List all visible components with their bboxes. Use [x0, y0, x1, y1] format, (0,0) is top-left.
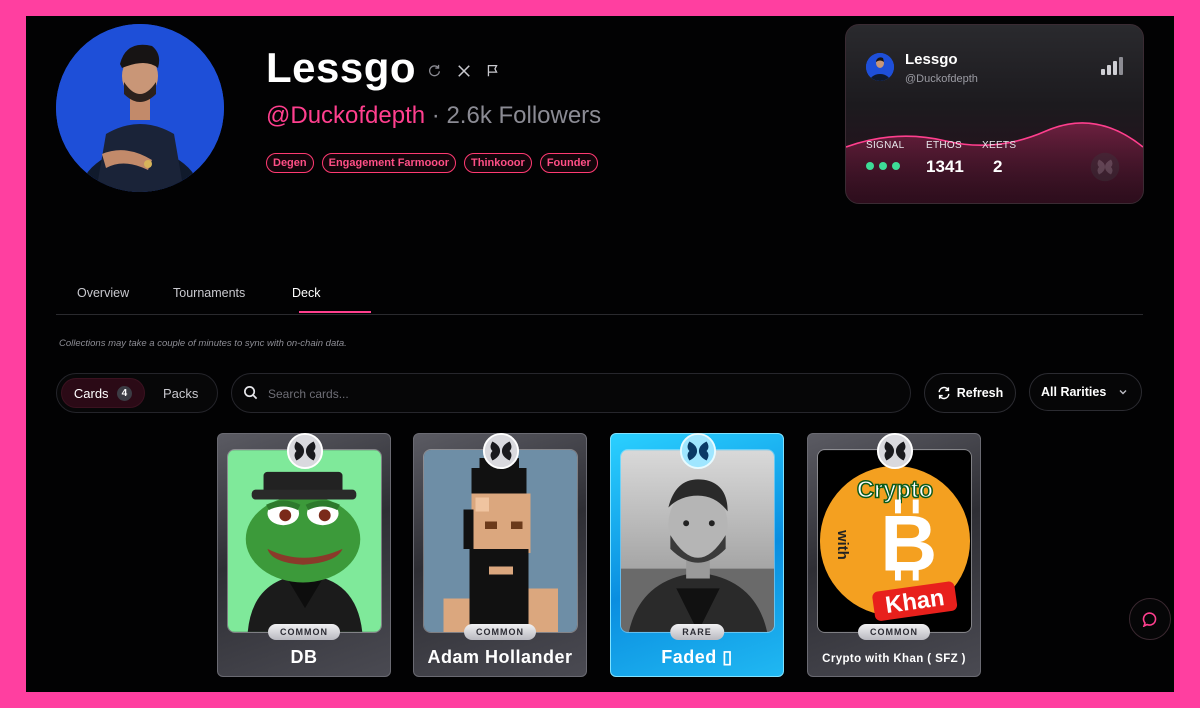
- card-art-bitcoin: Crypto with B Khan: [817, 449, 972, 633]
- tab-overview[interactable]: Overview: [77, 286, 129, 300]
- stats-avatar: [866, 53, 894, 81]
- followers-count: 2.6k Followers: [446, 102, 602, 129]
- card-art-portrait: [620, 449, 775, 633]
- refresh-label: Refresh: [956, 386, 1004, 400]
- rarity-selected: All Rarities: [1041, 385, 1107, 399]
- rarity-select[interactable]: All Rarities: [1029, 373, 1142, 411]
- xeets-stat: XEETS 2: [982, 140, 1016, 177]
- sync-notice: Collections may take a couple of minutes…: [59, 338, 347, 349]
- flag-icon[interactable]: [484, 62, 501, 79]
- signal-stat: SIGNAL: [866, 140, 904, 170]
- card-name: Crypto with Khan ( SFZ ): [822, 653, 966, 665]
- rarity-badge: COMMON: [464, 624, 536, 640]
- refresh-icon[interactable]: [426, 62, 443, 79]
- card-brand-logo-icon: [876, 432, 914, 470]
- tag-thinkooor: Thinkooor: [464, 153, 532, 173]
- handle-row: @Duckofdepth · 2.6k Followers: [266, 102, 601, 130]
- chat-button[interactable]: [1129, 598, 1171, 640]
- stats-name: Lessgo: [905, 51, 958, 68]
- card-name: Faded ▯: [661, 647, 733, 667]
- xeets-label: XEETS: [982, 140, 1017, 151]
- search-input[interactable]: [266, 383, 870, 405]
- xeets-value: 2: [993, 157, 1003, 176]
- profile-name: Lessgo: [266, 44, 417, 91]
- tag-degen: Degen: [266, 153, 314, 173]
- profile-avatar: [56, 24, 224, 192]
- active-tab-indicator: [299, 311, 371, 313]
- refresh-icon: [938, 386, 950, 400]
- card-search: [231, 373, 911, 413]
- packs-toggle-button[interactable]: Packs: [163, 386, 198, 401]
- stats-card: Lessgo @Duckofdepth SIGNAL ETHOS 1341 XE…: [845, 24, 1144, 204]
- chevron-down-icon: [1119, 390, 1127, 395]
- tag-engagement-farmooor: Engagement Farmooor: [321, 153, 457, 173]
- card-art-pixel-punk: [423, 449, 578, 633]
- signal-dots: [866, 162, 904, 170]
- tag-founder: Founder: [539, 153, 598, 173]
- card-faded[interactable]: RARE Faded ▯: [610, 432, 784, 677]
- card-adam-hollander[interactable]: COMMON Adam Hollander: [413, 432, 587, 677]
- profile-actions: [426, 62, 501, 79]
- tab-deck[interactable]: Deck: [292, 286, 320, 300]
- ethos-value: 1341: [926, 157, 964, 176]
- ethos-label: ETHOS: [926, 140, 962, 151]
- card-brand-logo-icon: [679, 432, 717, 470]
- stats-handle: @Duckofdepth: [905, 73, 978, 85]
- rarity-badge: COMMON: [858, 624, 930, 640]
- profile-handle[interactable]: @Duckofdepth: [266, 102, 425, 129]
- card-brand-logo-icon: [286, 432, 324, 470]
- ethos-stat: ETHOS 1341: [926, 140, 964, 177]
- card-db[interactable]: COMMON DB: [217, 432, 391, 677]
- followers-separator: ·: [425, 102, 447, 129]
- brand-logo-icon: [1090, 152, 1120, 182]
- signal-bars-icon: [1101, 57, 1123, 75]
- profile-tags: Degen Engagement Farmooor Thinkooor Foun…: [266, 153, 598, 173]
- cards-packs-toggle: Cards 4 Packs: [56, 373, 218, 413]
- card-art-text-with: with: [834, 529, 850, 560]
- card-name: DB: [290, 647, 318, 667]
- app-frame: Lessgo @Duckofdepth · 2.6k Followers Deg…: [26, 16, 1174, 692]
- refresh-button[interactable]: Refresh: [924, 373, 1016, 413]
- card-name: Adam Hollander: [427, 647, 573, 667]
- rarity-badge: COMMON: [268, 624, 340, 640]
- bitcoin-symbol-icon: B: [880, 500, 937, 588]
- cards-count-badge: 4: [116, 385, 133, 401]
- rarity-badge: RARE: [670, 624, 724, 640]
- cards-toggle-button[interactable]: Cards 4: [61, 378, 145, 408]
- cards-toggle-label: Cards: [73, 385, 109, 401]
- profile-tabs: Overview Tournaments Deck: [56, 278, 1143, 315]
- tab-tournaments[interactable]: Tournaments: [173, 286, 245, 300]
- chat-bubble-icon: [1142, 612, 1157, 627]
- card-art-pepe: [227, 449, 382, 633]
- signal-label: SIGNAL: [866, 140, 905, 151]
- x-logo-icon[interactable]: [455, 62, 472, 79]
- card-brand-logo-icon: [482, 432, 520, 470]
- search-icon: [244, 386, 258, 400]
- card-crypto-with-khan[interactable]: Crypto with B Khan COMMON Crypto with Kh…: [807, 432, 981, 677]
